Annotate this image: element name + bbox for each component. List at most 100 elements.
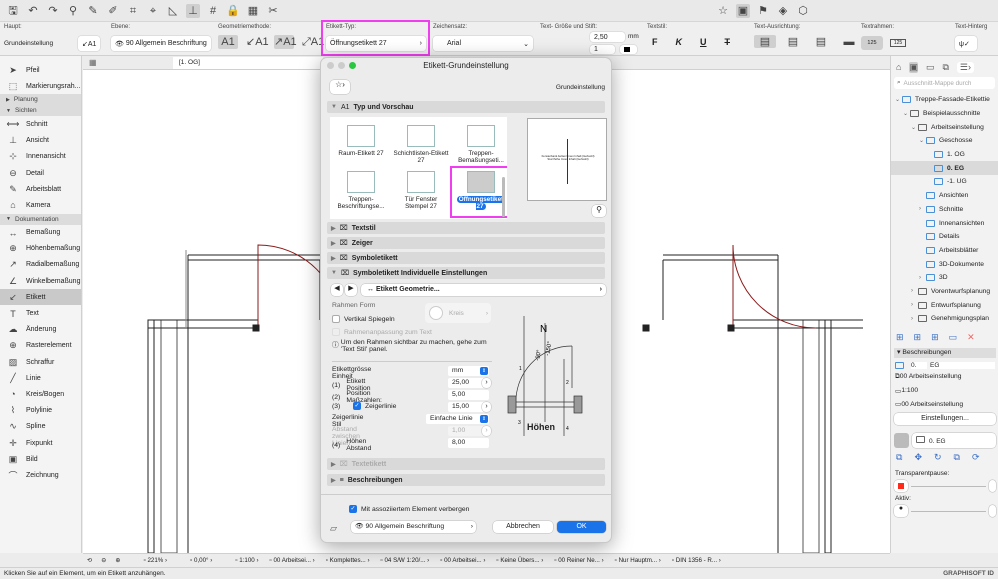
new-folder-icon[interactable]: ⊞: [931, 332, 939, 343]
rahmenanpassung-checkbox[interactable]: [332, 328, 340, 336]
hide-with-element-checkbox[interactable]: ✓: [349, 505, 357, 513]
view-name-field[interactable]: EG: [930, 362, 995, 369]
param-input[interactable]: 8,00: [448, 438, 489, 448]
tool-bemaßung[interactable]: ↔ Bemaßung: [0, 225, 81, 241]
minimize-window-icon[interactable]: [338, 62, 345, 69]
tool-markierungsrah-[interactable]: ⬚ Markierungsrah...: [0, 78, 81, 94]
tree-item[interactable]: › 3D: [891, 271, 998, 285]
3d-icon[interactable]: ⬡: [796, 4, 810, 18]
sync-icon[interactable]: ⟳: [972, 452, 980, 463]
tool-zeichnung[interactable]: ⌒ Zeichnung: [0, 467, 81, 483]
graphisoft-id[interactable]: GRAPHISOFT ID: [943, 570, 994, 577]
renovation-icon[interactable]: ◈: [776, 4, 790, 18]
tree-item[interactable]: ⌄ Arbeitseinstellung: [891, 120, 998, 134]
bold-button[interactable]: F: [652, 37, 658, 47]
zoom-out-icon[interactable]: ⊖: [101, 557, 106, 564]
etikett-typ-select[interactable]: Öffnungsetikett 27 ›: [326, 36, 426, 51]
cancel-button[interactable]: Abbrechen: [493, 521, 553, 533]
status-item[interactable]: ▫ 00 Reiner Ne... ›: [554, 557, 603, 564]
geometry-method-1-icon[interactable]: A1: [218, 35, 238, 49]
tool-radialbemaßung[interactable]: ↗ Radialbemaßung: [0, 257, 81, 273]
geometry-method-3-icon[interactable]: ↗A1: [274, 35, 297, 49]
section-beschreibungen[interactable]: ▶ ≡ Beschreibungen: [327, 474, 605, 486]
tree-item[interactable]: ⌄ Treppe-Fassade-Etikettie: [891, 93, 998, 107]
close-window-icon[interactable]: [327, 62, 334, 69]
tree-item[interactable]: 0. EG: [891, 161, 998, 176]
tool-kamera[interactable]: ⌂ Kamera: [0, 197, 81, 213]
zoom-in-icon[interactable]: ⊕: [115, 557, 120, 564]
status-item[interactable]: ▫ 0,00° ›: [190, 557, 212, 564]
transparent-color-button[interactable]: [894, 480, 908, 493]
tool-änderung[interactable]: ☁ Änderung: [0, 322, 81, 338]
status-item[interactable]: ▫ Keine Übers... ›: [496, 557, 543, 564]
snap-icon[interactable]: ⊥: [186, 3, 200, 18]
zeigerlinie-checkbox[interactable]: ✓: [353, 402, 361, 410]
new-view-icon[interactable]: ⊞: [896, 332, 904, 343]
settings-view-icon[interactable]: ▭: [949, 332, 958, 343]
tool-etikett[interactable]: ↙ Etikett: [0, 289, 81, 306]
geometry-method-4-icon[interactable]: ⤢A1: [302, 35, 324, 49]
param-more-button[interactable]: ›: [482, 426, 491, 436]
toolbox-group-sichten[interactable]: ▼ Sichten: [0, 105, 81, 117]
tool-detail[interactable]: ⊖ Detail: [0, 165, 81, 181]
current-view[interactable]: 0. EG: [929, 438, 946, 445]
library-grid[interactable]: Raum-Etikett 27 Schichtlisten-Etikett 27 T…: [330, 117, 507, 219]
align-center-icon[interactable]: ▤: [782, 35, 804, 48]
align-justify-icon[interactable]: ▬: [838, 35, 860, 48]
delete-icon[interactable]: ✕: [967, 332, 975, 343]
rotate-icon[interactable]: ↻: [934, 452, 942, 463]
next-page-button[interactable]: ▶: [345, 284, 357, 296]
param-more-button[interactable]: ›: [482, 378, 491, 388]
beschreibungen-header[interactable]: ▾ Beschreibungen: [894, 348, 996, 358]
library-item[interactable]: Treppen-Beschriftungse...: [333, 169, 389, 215]
tool-bild[interactable]: ▣ Bild: [0, 451, 81, 467]
transparency-slider[interactable]: [911, 485, 986, 487]
align-right-icon[interactable]: ▤: [810, 35, 832, 48]
tree-item[interactable]: › Vorentwurfsplanung: [891, 285, 998, 299]
prev-page-button[interactable]: ◀: [331, 284, 343, 296]
preview-options-icon[interactable]: ⚲: [592, 205, 606, 217]
layout-book-icon[interactable]: ▭: [926, 62, 935, 73]
toolbox-group-planung[interactable]: ▶ Planung: [0, 94, 81, 106]
section-textstil[interactable]: ▶ ⌧ Textstil: [327, 222, 605, 234]
active-color-button[interactable]: ●: [894, 505, 908, 518]
menu-icon[interactable]: ☰›: [956, 62, 974, 73]
tool-polylinie[interactable]: ⌇ Polylinie: [0, 403, 81, 419]
tool-linie[interactable]: ╱ Linie: [0, 370, 81, 386]
syringe-icon[interactable]: ✐: [106, 4, 120, 18]
vertikal-spiegeln-checkbox[interactable]: [332, 315, 340, 323]
guide-icon[interactable]: ◺: [166, 4, 180, 18]
status-item[interactable]: ▫ 00 Arbeitsei... ›: [270, 557, 315, 564]
undo-icon[interactable]: ↶: [26, 4, 40, 18]
param-more-button[interactable]: ›: [482, 402, 491, 412]
chevron-icon[interactable]: ⌄: [895, 96, 902, 103]
compare-icon[interactable]: ⧉: [896, 452, 902, 463]
tab-1-og[interactable]: [1. OG]: [173, 57, 323, 69]
chevron-icon[interactable]: ›: [911, 288, 918, 294]
section-textetikett[interactable]: ▶ ⌧ Textetikett: [327, 458, 605, 470]
layer-icon[interactable]: ▦: [246, 4, 260, 18]
tool-spline[interactable]: ∿ Spline: [0, 419, 81, 435]
tool-text[interactable]: T Text: [0, 305, 81, 321]
grid-icon[interactable]: #: [206, 4, 220, 18]
view-toggle-icon[interactable]: [894, 433, 909, 449]
rahmen-form-select[interactable]: Kreis ›: [425, 303, 491, 323]
status-item[interactable]: ▫ DIN 1356 - R... ›: [672, 557, 721, 564]
status-item[interactable]: ▫ 04 S/W 1:20/... ›: [381, 557, 430, 564]
background-pen-button[interactable]: ψ✓: [955, 36, 977, 51]
library-item[interactable]: Tür Fenster Stempel 27: [393, 169, 449, 215]
project-map-icon[interactable]: ⌂: [896, 62, 901, 73]
tool-schnitt[interactable]: ⟷ Schnitt: [0, 116, 81, 132]
font-select[interactable]: Arial ⌄: [433, 36, 533, 51]
pen-input[interactable]: 1: [590, 45, 615, 54]
layer-select[interactable]: 👁 90 Allgemein Beschriftung: [111, 36, 211, 51]
tree-item[interactable]: 3D-Dokumente: [891, 257, 998, 271]
tool-winkelbemaßung[interactable]: ∠ Winkelbemaßung: [0, 273, 81, 289]
tree-item[interactable]: ⌄ Geschosse: [891, 134, 998, 148]
publisher-icon[interactable]: ⧉: [942, 62, 948, 73]
tree-item[interactable]: -1. UG: [891, 175, 998, 189]
chevron-icon[interactable]: ⌄: [903, 110, 910, 117]
move-icon[interactable]: ✥: [914, 452, 922, 463]
section-zeiger[interactable]: ▶ ⌧ Zeiger: [327, 237, 605, 249]
view-icon[interactable]: ▣: [736, 3, 750, 18]
